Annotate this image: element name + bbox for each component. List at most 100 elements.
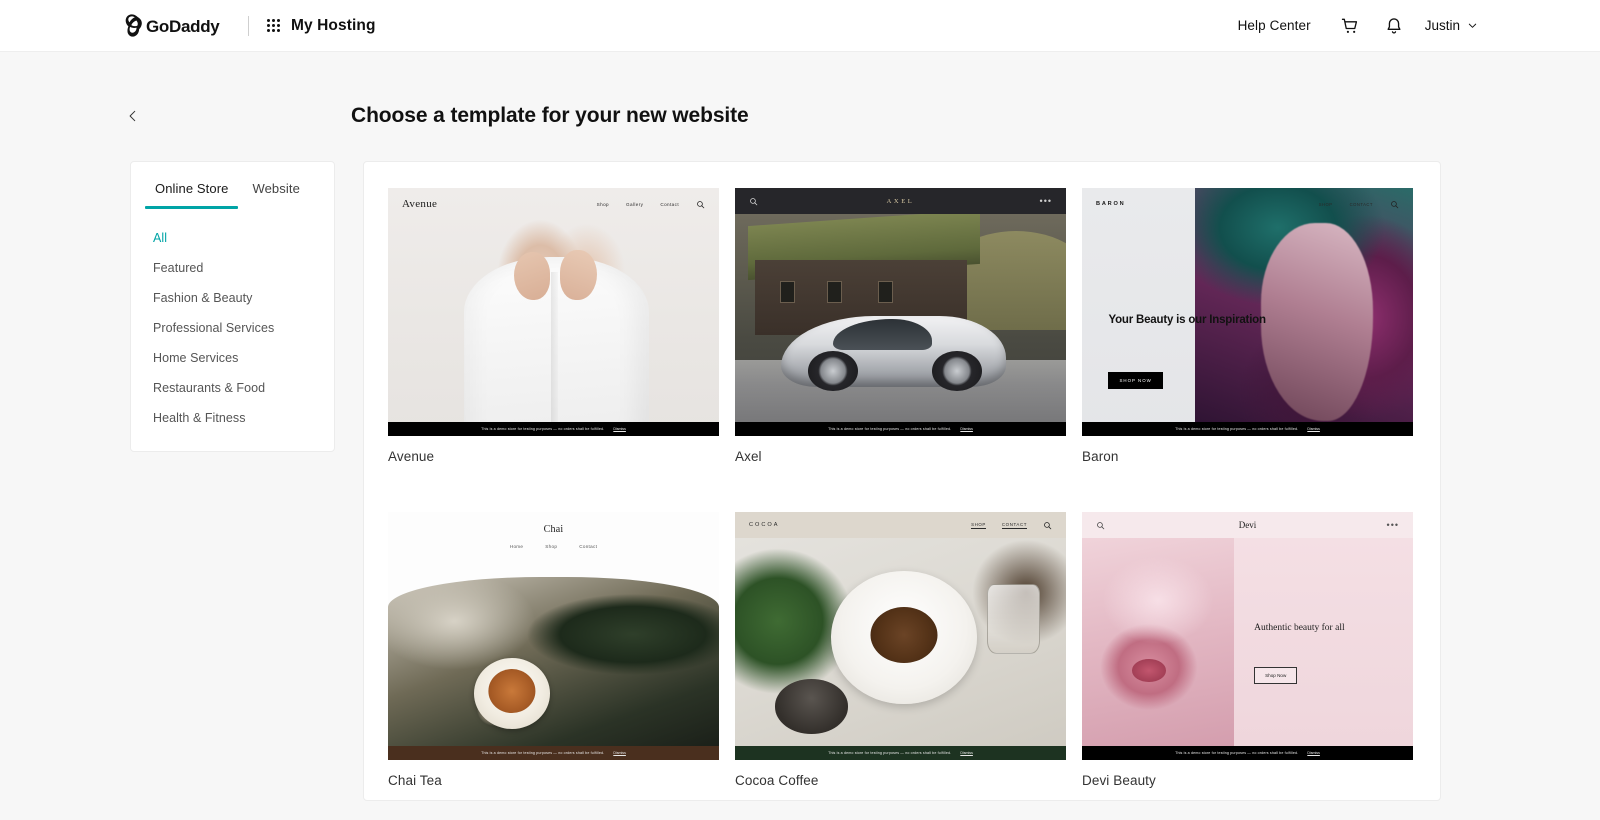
chevron-left-icon	[129, 110, 136, 122]
chai-nav-links: Home Shop Contact	[388, 544, 719, 549]
demo-notice-dismiss[interactable]: Dismiss	[960, 751, 973, 755]
chai-photo	[388, 577, 719, 746]
chai-nav: Chai Home Shop Contact	[388, 524, 719, 549]
template-card-baron[interactable]: BARON SHOP CONTACT Your Beauty is our In…	[1082, 188, 1413, 512]
template-card-axel[interactable]: AXEL ••• This is a demo store for testin…	[735, 188, 1066, 512]
demo-notice-text: This is a demo store for testing purpose…	[828, 427, 952, 431]
baron-headline: Your Beauty is our Inspiration	[1108, 314, 1266, 326]
demo-notice-bar: This is a demo store for testing purpose…	[388, 746, 719, 760]
cocoa-scene	[735, 538, 1066, 746]
avenue-nav-links: Shop Gallery Contact	[597, 200, 705, 209]
avenue-placket	[550, 272, 559, 436]
axel-car	[781, 315, 1007, 391]
search-icon	[1391, 200, 1399, 208]
axel-wordmark: AXEL	[886, 197, 915, 205]
tab-online-store[interactable]: Online Store	[144, 162, 240, 209]
godaddy-logo-icon: GoDaddy	[125, 13, 221, 37]
chai-cup	[474, 658, 551, 730]
avenue-hand-right	[560, 250, 597, 300]
demo-notice-bar: This is a demo store for testing purpose…	[1082, 422, 1413, 436]
sidebar-item-fashion-beauty[interactable]: Fashion & Beauty	[131, 283, 334, 313]
template-card-cocoa[interactable]: COCOA SHOP CONTACT This is a demo store …	[735, 512, 1066, 800]
devi-photo	[1082, 538, 1235, 746]
bell-icon[interactable]	[1381, 13, 1407, 39]
demo-notice-dismiss[interactable]: Dismiss	[1307, 427, 1320, 431]
search-icon	[750, 197, 758, 205]
demo-notice-text: This is a demo store for testing purpose…	[1175, 427, 1299, 431]
more-dots-icon: •••	[1039, 196, 1052, 206]
sidebar-item-restaurants-food[interactable]: Restaurants & Food	[131, 373, 334, 403]
cocoa-jar	[986, 583, 1040, 655]
demo-notice-dismiss[interactable]: Dismiss	[1307, 751, 1320, 755]
template-thumbnail[interactable]: Chai Home Shop Contact This is a demo st…	[388, 512, 719, 760]
nav-link-contact: Contact	[579, 544, 598, 549]
template-grid: Avenue Shop Gallery Contact This is a de…	[388, 188, 1416, 800]
nav-link-shop: Shop	[545, 544, 558, 549]
godaddy-logo[interactable]: GoDaddy	[122, 13, 230, 39]
demo-notice-dismiss[interactable]: Dismiss	[960, 427, 973, 431]
sidebar-item-home-services[interactable]: Home Services	[131, 343, 334, 373]
search-icon	[1097, 521, 1105, 529]
app-grid-icon[interactable]	[267, 19, 280, 32]
nav-link-home: Home	[509, 544, 524, 549]
cart-icon[interactable]	[1337, 13, 1363, 39]
avenue-nav: Avenue Shop Gallery Contact	[388, 188, 719, 220]
baron-nav-links: SHOP CONTACT	[1319, 200, 1399, 209]
demo-notice-text: This is a demo store for testing purpose…	[481, 751, 605, 755]
page-header: Choose a template for your new website	[0, 104, 1600, 128]
category-list: All Featured Fashion & Beauty Profession…	[131, 223, 334, 433]
axel-window	[877, 280, 893, 304]
cocoa-wordmark: COCOA	[749, 522, 780, 528]
template-name: Avenue	[388, 449, 435, 464]
template-thumbnail[interactable]: COCOA SHOP CONTACT This is a demo store …	[735, 512, 1066, 760]
devi-headline: Authentic beauty for all	[1254, 623, 1345, 634]
demo-notice-bar: This is a demo store for testing purpose…	[735, 422, 1066, 436]
template-card-chai[interactable]: Chai Home Shop Contact This is a demo st…	[388, 512, 719, 800]
demo-notice-text: This is a demo store for testing purpose…	[481, 427, 605, 431]
chai-wordmark: Chai	[543, 524, 564, 535]
back-button[interactable]	[122, 105, 144, 127]
devi-background: Authentic beauty for all Shop Now	[1082, 538, 1413, 746]
axel-window	[826, 280, 842, 304]
template-thumbnail[interactable]: BARON SHOP CONTACT Your Beauty is our In…	[1082, 188, 1413, 436]
template-card-avenue[interactable]: Avenue Shop Gallery Contact This is a de…	[388, 188, 719, 512]
nav-link-contact: CONTACT	[1349, 201, 1373, 207]
header-divider	[248, 15, 249, 36]
help-center-link[interactable]: Help Center	[1238, 18, 1311, 33]
template-thumbnail[interactable]: Authentic beauty for all Shop Now Devi •…	[1082, 512, 1413, 760]
user-name-label: Justin	[1424, 18, 1460, 33]
template-thumbnail[interactable]: Avenue Shop Gallery Contact This is a de…	[388, 188, 719, 436]
cocoa-grounds	[870, 607, 938, 664]
demo-notice-bar: This is a demo store for testing purpose…	[735, 746, 1066, 760]
tab-website[interactable]: Website	[252, 162, 299, 208]
template-card-devi[interactable]: Authentic beauty for all Shop Now Devi •…	[1082, 512, 1413, 800]
sidebar-item-all[interactable]: All	[131, 223, 334, 253]
devi-nav: Devi •••	[1082, 512, 1413, 538]
app-name-label[interactable]: My Hosting	[291, 17, 376, 35]
devi-shop-now-button: Shop Now	[1254, 666, 1298, 684]
template-name: Cocoa Coffee	[735, 773, 819, 788]
user-menu[interactable]: Justin	[1425, 18, 1478, 33]
global-header: GoDaddy My Hosting Help Center Justin	[0, 0, 1600, 52]
nav-link-shop: SHOP	[1318, 201, 1333, 207]
cocoa-plate	[830, 571, 977, 705]
cocoa-nav-links: SHOP CONTACT	[971, 521, 1052, 530]
nav-link-shop: Shop	[596, 201, 609, 207]
svg-text:GoDaddy: GoDaddy	[146, 17, 220, 36]
baron-shop-now-button: SHOP NOW	[1108, 371, 1163, 389]
nav-link-contact: Contact	[660, 201, 679, 207]
baron-nav: BARON SHOP CONTACT	[1082, 188, 1413, 220]
template-name: Devi Beauty	[1082, 773, 1156, 788]
sidebar-item-health-fitness[interactable]: Health & Fitness	[131, 403, 334, 433]
search-icon	[1044, 521, 1052, 529]
sidebar-item-professional-services[interactable]: Professional Services	[131, 313, 334, 343]
brand-zone: GoDaddy My Hosting	[122, 13, 376, 39]
sidebar-item-featured[interactable]: Featured	[131, 253, 334, 283]
demo-notice-text: This is a demo store for testing purpose…	[828, 751, 952, 755]
avenue-hand-left	[513, 252, 551, 300]
demo-notice-dismiss[interactable]: Dismiss	[613, 751, 626, 755]
baron-wordmark: BARON	[1096, 201, 1126, 207]
demo-notice-dismiss[interactable]: Dismiss	[613, 427, 626, 431]
axel-scene	[735, 214, 1066, 422]
template-thumbnail[interactable]: AXEL ••• This is a demo store for testin…	[735, 188, 1066, 436]
